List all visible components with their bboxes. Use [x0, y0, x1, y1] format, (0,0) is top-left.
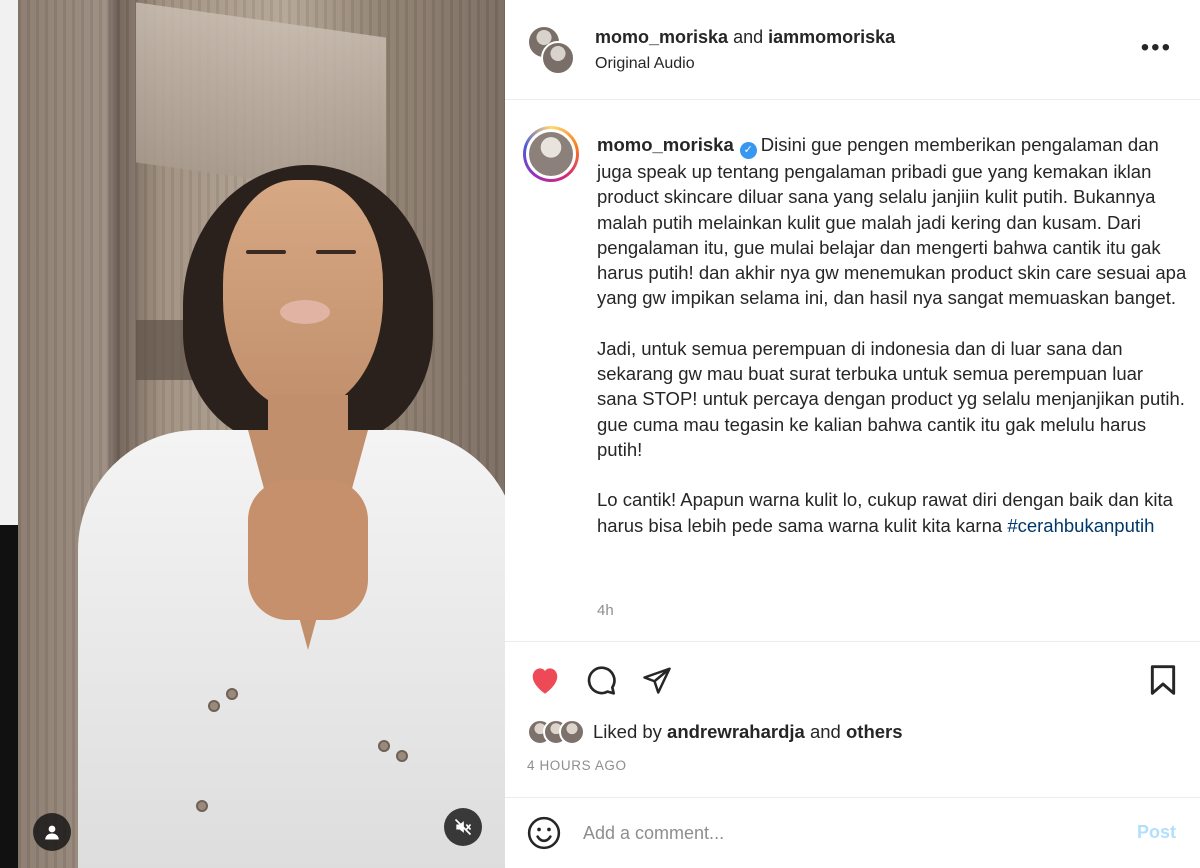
post-timestamp[interactable]: 4 HOURS AGO [527, 758, 627, 773]
avatar[interactable] [541, 41, 575, 75]
caption-paragraph-2: Jadi, untuk semua perempuan di indonesia… [597, 337, 1185, 460]
video-person-hands [248, 480, 368, 620]
others-link[interactable]: others [846, 721, 903, 742]
mute-button[interactable] [444, 808, 482, 846]
blazer-button [208, 700, 220, 712]
caption-paragraph-1: Disini gue pengen memberikan pengalaman … [597, 134, 1187, 309]
emoji-icon[interactable] [527, 816, 561, 850]
comment-icon [587, 666, 616, 695]
blazer-button [226, 688, 238, 700]
video-person-eye [316, 250, 356, 254]
liker-username[interactable]: andrewrahardja [667, 721, 805, 742]
username-link[interactable]: momo_moriska [595, 27, 728, 47]
verified-icon: ✓ [739, 142, 757, 159]
hashtag-link[interactable]: #cerahbukanputih [1007, 515, 1154, 536]
mute-icon [454, 818, 472, 836]
comment-bar: Post [505, 798, 1200, 868]
tagged-users-button[interactable] [33, 813, 71, 851]
liked-by: Liked by andrewrahardja and others [527, 716, 903, 748]
post-modal: momo_moriska and iammomoriska Original A… [0, 0, 1200, 868]
user-icon [45, 825, 59, 840]
caption: momo_moriska ✓ Disini gue pengen memberika… [597, 132, 1187, 538]
post-header: momo_moriska and iammomoriska Original A… [505, 0, 1200, 100]
divider [505, 641, 1200, 642]
share-icon [643, 667, 671, 694]
like-button[interactable] [527, 662, 563, 698]
blazer-button [378, 740, 390, 752]
post-details-panel: momo_moriska and iammomoriska Original A… [505, 0, 1200, 868]
video-person-eye [246, 250, 286, 254]
comment-input[interactable] [583, 818, 1103, 848]
audio-link[interactable]: Original Audio [595, 55, 695, 73]
caption-age: 4h [597, 602, 614, 619]
save-button[interactable] [1145, 662, 1181, 698]
video-person-face [223, 180, 383, 410]
video-person-lips [280, 300, 330, 324]
avatar [559, 719, 585, 745]
names-joiner: and [733, 27, 764, 47]
caption-avatar[interactable] [523, 126, 579, 182]
post-button[interactable]: Post [1137, 822, 1176, 843]
liked-prefix: Liked by [593, 721, 662, 742]
liked-by-text: Liked by andrewrahardja and others [593, 721, 903, 743]
bookmark-icon [1150, 665, 1176, 695]
more-icon[interactable]: ••• [1141, 36, 1172, 60]
avatar [526, 129, 576, 179]
share-button[interactable] [639, 662, 675, 698]
background-page-dark [0, 525, 18, 868]
comment-button[interactable] [583, 662, 619, 698]
collab-names: momo_moriska and iammomoriska [595, 27, 895, 48]
reel-video[interactable] [18, 0, 505, 868]
blazer-button [396, 750, 408, 762]
liked-joiner: and [809, 721, 841, 742]
username-link[interactable]: iammomoriska [768, 27, 895, 47]
caption-username[interactable]: momo_moriska [597, 134, 734, 155]
collab-avatars[interactable] [527, 25, 575, 75]
blazer-button [196, 800, 208, 812]
heart-icon [532, 668, 558, 694]
